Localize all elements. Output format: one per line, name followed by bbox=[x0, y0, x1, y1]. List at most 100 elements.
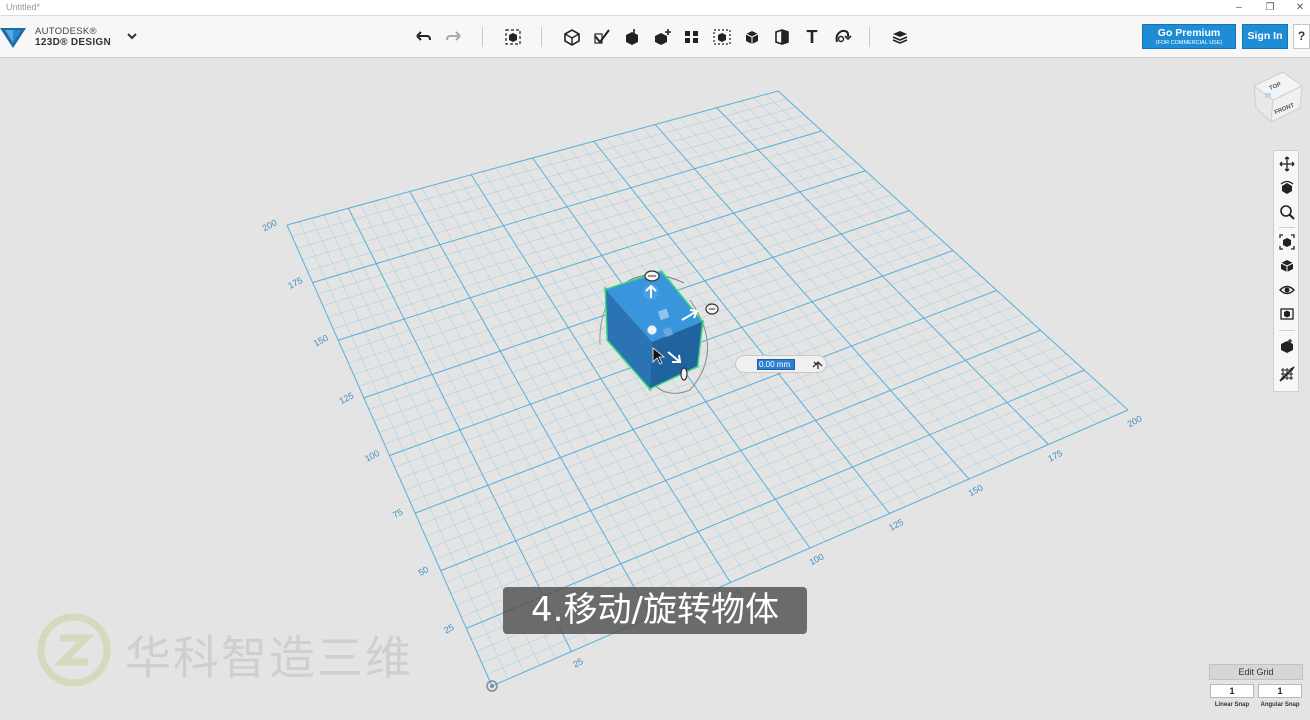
app-logo-icon bbox=[0, 28, 26, 48]
construct-icon bbox=[626, 29, 638, 45]
watermark-logo-icon bbox=[37, 613, 111, 687]
grid-left-axis-label: 150 bbox=[312, 333, 330, 349]
go-premium-label: Go Premium bbox=[1157, 27, 1221, 39]
view-mode-icon bbox=[1280, 260, 1294, 272]
construct-button[interactable] bbox=[621, 26, 643, 48]
orbit-button[interactable] bbox=[1278, 179, 1296, 197]
grid-minor-line bbox=[753, 97, 1097, 424]
pan-icon bbox=[1279, 156, 1295, 172]
swap-direction-icon[interactable] bbox=[811, 358, 824, 371]
grid-left-axis-label: 175 bbox=[286, 275, 304, 291]
redo-button[interactable] bbox=[442, 26, 464, 48]
materials-icon bbox=[1280, 308, 1294, 320]
app-window: Untitled* – ❐ ✕ AUTODESK® 123D® DESIGN T… bbox=[0, 0, 1310, 720]
restore-button[interactable]: ❐ bbox=[1259, 1, 1281, 14]
grid-minor-line bbox=[307, 122, 814, 272]
move-distance-input[interactable] bbox=[757, 359, 795, 370]
measure-button[interactable] bbox=[771, 26, 793, 48]
modify-icon bbox=[655, 29, 671, 45]
grid-bottom-axis-label: 175 bbox=[1046, 448, 1064, 464]
navbar-divider bbox=[1279, 227, 1295, 228]
grid-left-axis-label: 75 bbox=[391, 507, 405, 521]
grid-left-axis-label: 50 bbox=[417, 564, 431, 578]
rotate-handle-right-icon[interactable] bbox=[705, 303, 719, 315]
angular-snap-input[interactable]: 1 bbox=[1258, 684, 1302, 698]
grid-left-axis-label: 125 bbox=[337, 390, 355, 406]
fit-icon bbox=[1279, 234, 1295, 250]
grouping-button[interactable] bbox=[711, 26, 733, 48]
orbit-icon bbox=[1280, 180, 1294, 194]
grid-left-axis-label: 100 bbox=[363, 448, 381, 464]
fit-button[interactable] bbox=[1278, 233, 1296, 251]
combine-button[interactable] bbox=[741, 26, 763, 48]
grid-bottom-axis-label: 25 bbox=[571, 656, 585, 670]
grid-bottom-axis-label: 125 bbox=[887, 517, 905, 533]
snap-icon bbox=[835, 29, 852, 43]
visibility-icon bbox=[1279, 285, 1295, 295]
grid-major-line bbox=[312, 130, 822, 284]
center-handle[interactable] bbox=[646, 324, 658, 336]
grouping-icon bbox=[713, 29, 731, 45]
outline-icon bbox=[1281, 339, 1293, 353]
tutorial-caption: 4.移动/旋转物体 bbox=[503, 587, 807, 634]
toolbar-divider bbox=[869, 27, 870, 47]
move-up-arrow-icon[interactable] bbox=[643, 284, 659, 300]
close-button[interactable]: ✕ bbox=[1289, 1, 1310, 14]
window-title: Untitled* bbox=[6, 2, 41, 12]
toolbar-divider bbox=[541, 27, 542, 47]
transform-button[interactable] bbox=[502, 26, 524, 48]
view-cube[interactable]: TOP FRONT bbox=[1253, 71, 1303, 124]
primitives-button[interactable] bbox=[561, 26, 583, 48]
rotate-handle-top-icon[interactable] bbox=[644, 270, 660, 282]
grid-left-axis-label: 200 bbox=[261, 217, 279, 233]
origin-marker bbox=[486, 680, 498, 692]
materials-button[interactable] bbox=[1278, 305, 1296, 323]
angular-snap-label: Angular Snap bbox=[1260, 702, 1300, 708]
pan-button[interactable] bbox=[1278, 155, 1296, 173]
visibility-button[interactable] bbox=[1278, 281, 1296, 299]
edit-grid-button[interactable]: Edit Grid bbox=[1209, 664, 1303, 680]
primitives-icon bbox=[564, 29, 580, 46]
toolbar-divider bbox=[482, 27, 483, 47]
modify-button[interactable] bbox=[651, 26, 673, 48]
snap-button[interactable] bbox=[831, 26, 853, 48]
help-button[interactable]: ? bbox=[1293, 24, 1310, 49]
text-button[interactable]: T bbox=[801, 26, 823, 48]
grid-minor-line bbox=[302, 114, 805, 260]
grid-toggle-button[interactable] bbox=[1278, 365, 1296, 383]
grid-minor-line bbox=[297, 106, 796, 249]
go-premium-button[interactable]: Go Premium (FOR COMMERCIAL USE) bbox=[1142, 24, 1236, 49]
grid-left-axis-label: 25 bbox=[442, 622, 456, 636]
title-bar: Untitled* – ❐ ✕ bbox=[0, 0, 1310, 16]
outline-button[interactable] bbox=[1278, 337, 1296, 355]
linear-snap-input[interactable]: 1 bbox=[1210, 684, 1254, 698]
grid-minor-line bbox=[292, 98, 787, 237]
brand-company: AUTODESK® bbox=[35, 26, 97, 37]
brand-product: 123D® DESIGN bbox=[35, 37, 111, 48]
zoom-icon bbox=[1280, 205, 1295, 220]
pattern-icon bbox=[685, 31, 698, 43]
material-button[interactable] bbox=[889, 26, 911, 48]
sketch-button[interactable] bbox=[591, 26, 613, 48]
measure-icon bbox=[775, 29, 789, 45]
zoom-button[interactable] bbox=[1278, 203, 1296, 221]
grid-bottom-axis-label: 100 bbox=[808, 551, 826, 567]
redo-icon bbox=[446, 31, 461, 41]
app-menu-chevron-icon[interactable] bbox=[124, 28, 140, 44]
grid-bottom-axis-label: 200 bbox=[1126, 413, 1144, 429]
navigation-bar bbox=[1273, 150, 1299, 392]
undo-icon bbox=[416, 31, 431, 41]
minimize-button[interactable]: – bbox=[1228, 1, 1250, 14]
navbar-divider bbox=[1279, 330, 1295, 331]
undo-button[interactable] bbox=[413, 26, 435, 48]
watermark-text: 华科智造三维 bbox=[125, 631, 413, 685]
grid-toggle-icon bbox=[1279, 366, 1295, 382]
sign-in-button[interactable]: Sign In bbox=[1242, 24, 1288, 49]
pattern-button[interactable] bbox=[681, 26, 703, 48]
text-icon: T bbox=[806, 27, 818, 47]
rotate-handle-bottom-icon[interactable] bbox=[680, 367, 688, 381]
sketch-icon bbox=[594, 29, 610, 44]
view-mode-button[interactable] bbox=[1278, 257, 1296, 275]
move-distance-field[interactable] bbox=[735, 355, 827, 373]
grid-major-line bbox=[777, 90, 1129, 411]
